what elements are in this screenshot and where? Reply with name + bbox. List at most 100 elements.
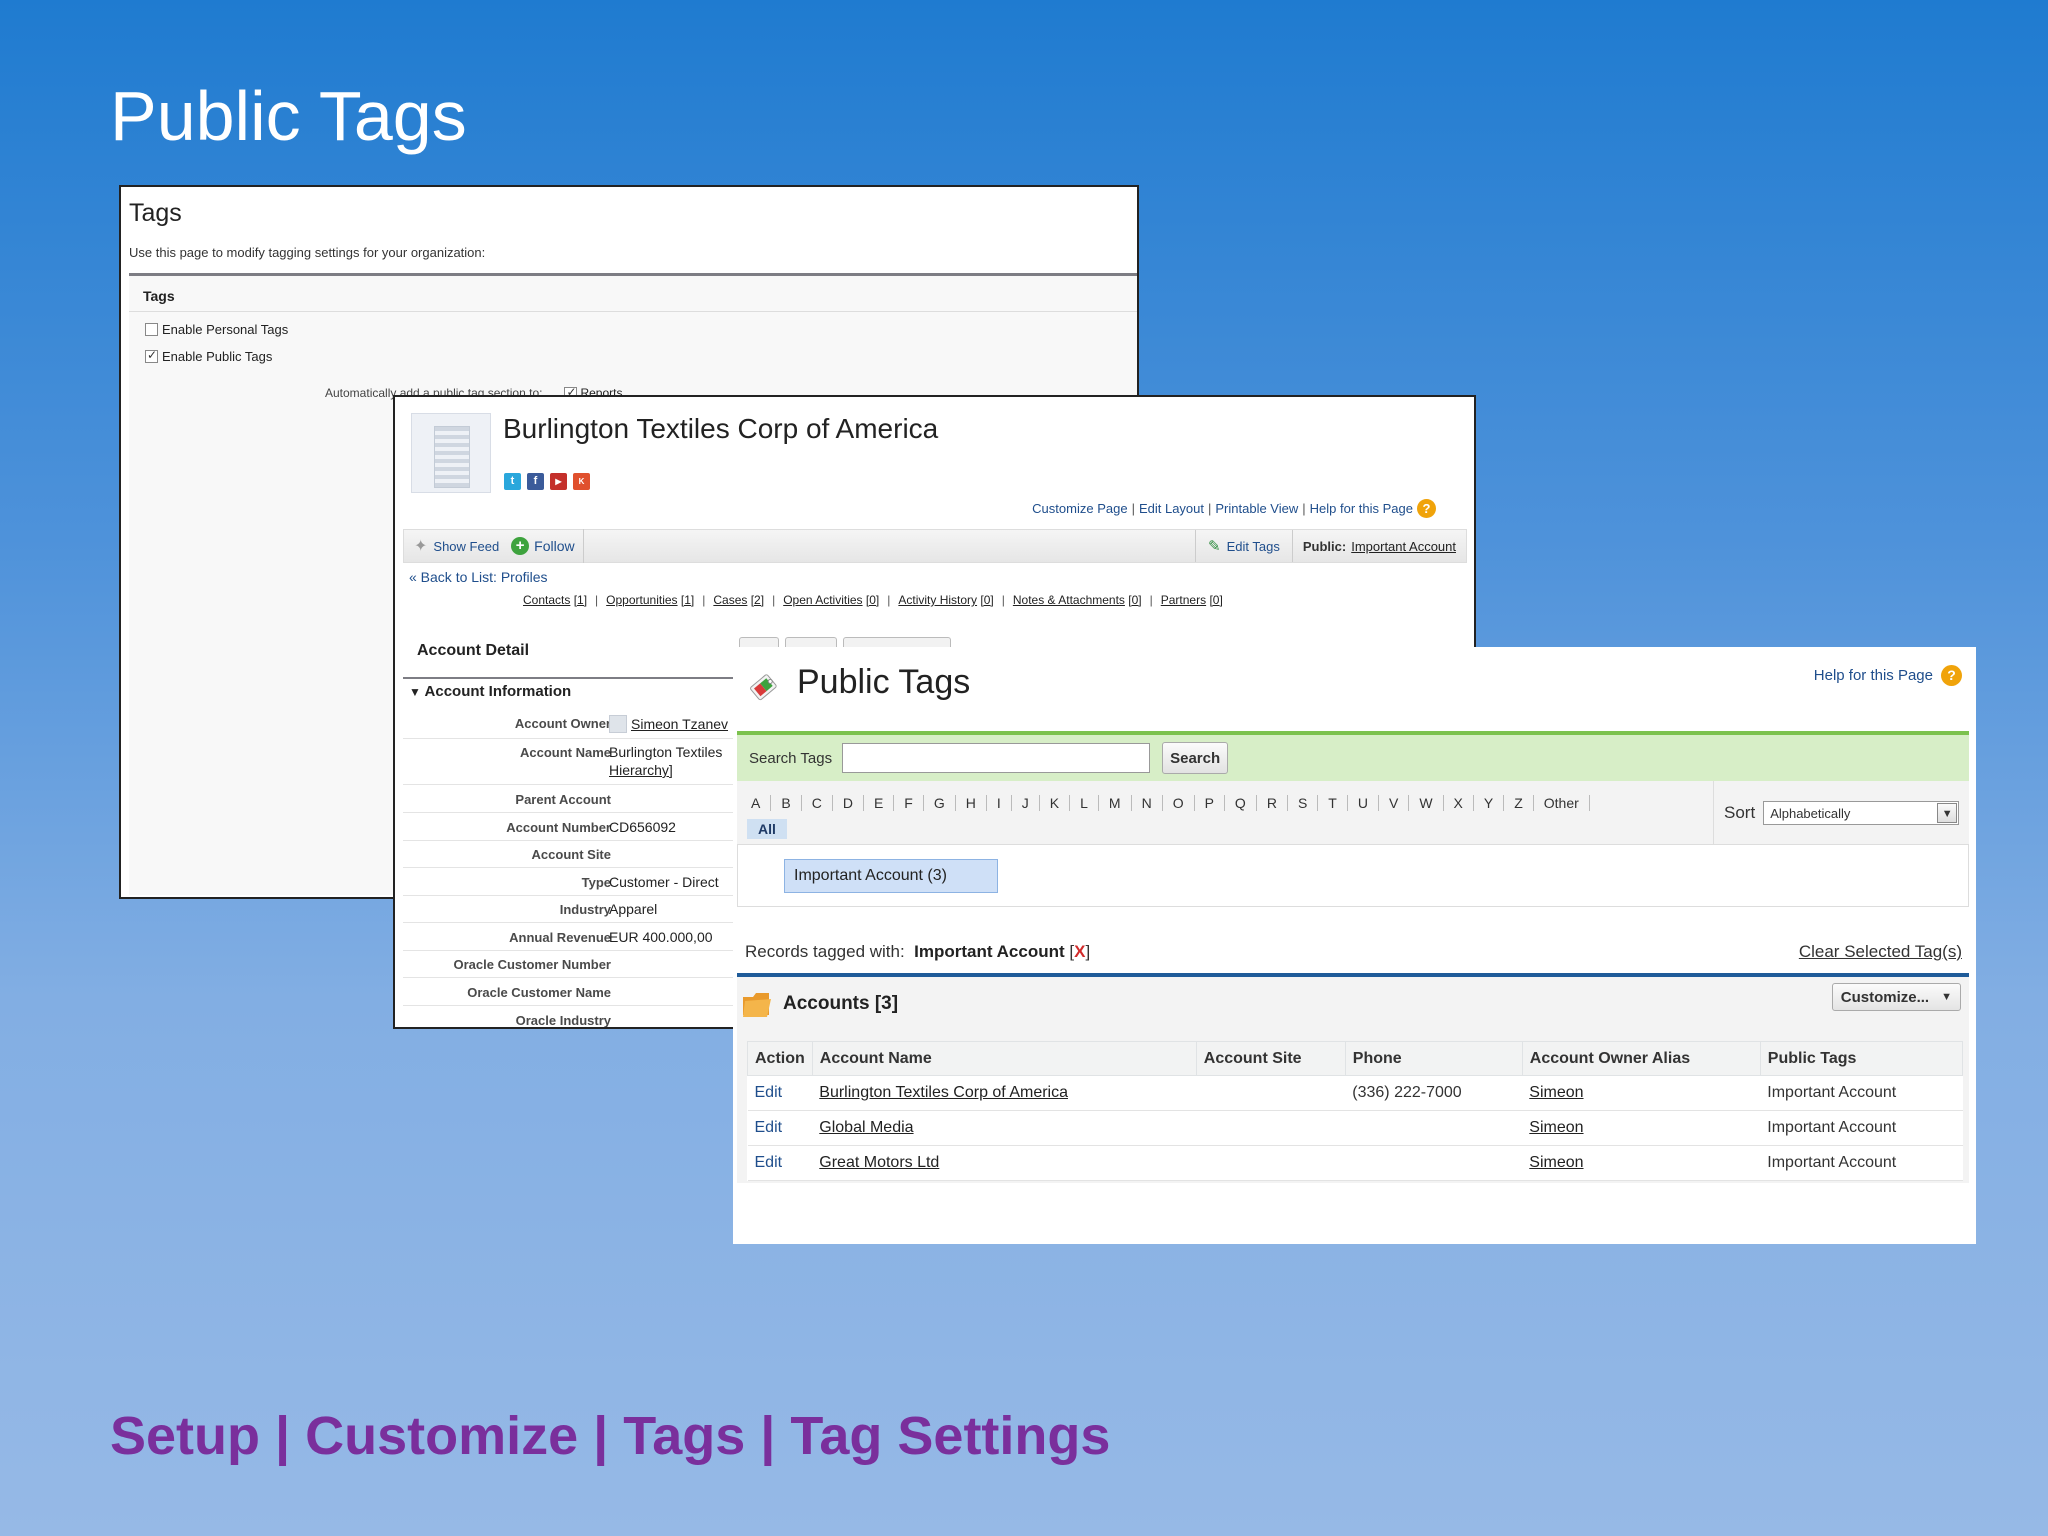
account-name-link[interactable]: Burlington Textiles Corp of America (819, 1084, 1068, 1101)
facebook-icon[interactable]: f (527, 473, 544, 490)
letter-f[interactable]: F (894, 795, 924, 811)
letter-i[interactable]: I (987, 795, 1012, 811)
edit-tags-button[interactable]: ✎ Edit Tags (1195, 530, 1292, 562)
related-link-contacts[interactable]: Contacts [1] (523, 593, 587, 607)
tag-settings-section-title: Tags (129, 276, 1137, 312)
tag-chip-important-account[interactable]: Important Account (3) (784, 859, 998, 893)
owner-alias-link[interactable]: Simeon (1529, 1119, 1583, 1136)
letter-y[interactable]: Y (1474, 795, 1505, 811)
detail-buttons (739, 637, 951, 647)
account-information-label: Account Information (424, 683, 572, 700)
account-information-heading[interactable]: ▼ Account Information (409, 683, 571, 700)
show-feed-button[interactable]: ✦ Show Feed (414, 536, 499, 556)
account-owner-link[interactable]: Simeon Tzanev (631, 716, 728, 732)
personal-tags-checkbox[interactable] (145, 323, 158, 336)
building-icon (434, 426, 470, 488)
letter-h[interactable]: H (956, 795, 987, 811)
social-network-icon[interactable]: K (573, 473, 590, 490)
help-link-area: Help for this Page ? (1814, 665, 1962, 686)
letter-m[interactable]: M (1099, 795, 1132, 811)
view-hierarchy-link[interactable]: Hierarchy] (609, 762, 673, 778)
edit-link[interactable]: Edit (747, 1075, 813, 1111)
alphabet-filter-bar: A B C D E F G H I J K L M N O P Q R S T … (737, 781, 1969, 845)
edit-link[interactable]: Edit (747, 1145, 813, 1181)
help-icon[interactable]: ? (1941, 665, 1962, 686)
customize-page-link[interactable]: Customize Page (1032, 501, 1127, 516)
clear-selected-tags-link[interactable]: Clear Selected Tag(s) (1799, 942, 1962, 962)
column-header-phone[interactable]: Phone (1344, 1041, 1523, 1076)
related-link-open-activities[interactable]: Open Activities [0] (783, 593, 879, 607)
related-link-partners[interactable]: Partners [0] (1161, 593, 1223, 607)
follow-button[interactable]: + Follow (511, 537, 575, 555)
column-header-owner-alias[interactable]: Account Owner Alias (1521, 1041, 1761, 1076)
letter-x[interactable]: X (1444, 795, 1474, 811)
owner-alias-link[interactable]: Simeon (1529, 1084, 1583, 1101)
letter-d[interactable]: D (833, 795, 864, 811)
letter-b[interactable]: B (771, 795, 802, 811)
field-oracle-industry: Oracle Industry (515, 1013, 611, 1028)
public-tags-cell: Important Account (1760, 1145, 1963, 1181)
column-header-public-tags[interactable]: Public Tags (1759, 1041, 1964, 1076)
column-header-account-name[interactable]: Account Name (811, 1041, 1197, 1076)
letter-filters: A B C D E F G H I J K L M N O P Q R S T … (747, 795, 1590, 811)
letter-l[interactable]: L (1070, 795, 1099, 811)
letter-t[interactable]: T (1318, 795, 1348, 811)
personal-tags-label: Enable Personal Tags (162, 322, 289, 337)
letter-v[interactable]: V (1379, 795, 1410, 811)
letter-u[interactable]: U (1348, 795, 1379, 811)
letter-c[interactable]: C (802, 795, 833, 811)
column-header-account-site[interactable]: Account Site (1195, 1041, 1346, 1076)
feed-icon: ✦ (414, 538, 428, 555)
printable-view-link[interactable]: Printable View (1215, 501, 1298, 516)
twitter-icon[interactable]: t (504, 473, 521, 490)
letter-p[interactable]: P (1195, 795, 1225, 811)
related-link-activity-history[interactable]: Activity History [0] (898, 593, 993, 607)
account-name-link[interactable]: Great Motors Ltd (819, 1154, 939, 1171)
accounts-list-header: Accounts [3] Customize... ▼ (737, 977, 1969, 1037)
search-button[interactable]: Search (1162, 742, 1229, 774)
edit-link[interactable]: Edit (747, 1110, 813, 1146)
related-link-opportunities[interactable]: Opportunities [1] (606, 593, 694, 607)
edit-tags-label: Edit Tags (1226, 538, 1280, 554)
letter-j[interactable]: J (1012, 795, 1040, 811)
letter-z[interactable]: Z (1504, 795, 1534, 811)
letter-other[interactable]: Other (1534, 795, 1590, 811)
letter-all[interactable]: All (747, 819, 787, 839)
search-tags-input[interactable] (842, 743, 1151, 773)
letter-n[interactable]: N (1132, 795, 1163, 811)
owner-alias-link[interactable]: Simeon (1529, 1154, 1583, 1171)
edit-layout-link[interactable]: Edit Layout (1139, 501, 1204, 516)
edit-button[interactable] (739, 637, 779, 647)
letter-a[interactable]: A (747, 795, 772, 811)
help-icon[interactable]: ? (1417, 499, 1436, 518)
letter-r[interactable]: R (1257, 795, 1288, 811)
include-offline-button[interactable] (843, 637, 951, 647)
delete-button[interactable] (785, 637, 837, 647)
related-link-notes[interactable]: Notes & Attachments [0] (1013, 593, 1142, 607)
letter-k[interactable]: K (1040, 795, 1071, 811)
letter-s[interactable]: S (1288, 795, 1319, 811)
sort-select[interactable]: Alphabetically ▼ (1763, 801, 1960, 825)
youtube-icon[interactable]: ▶ (550, 473, 567, 490)
letter-q[interactable]: Q (1225, 795, 1257, 811)
letter-o[interactable]: O (1163, 795, 1195, 811)
records-tagged-label: Records tagged with: (745, 942, 905, 961)
letter-e[interactable]: E (864, 795, 895, 811)
field-account-name: Account Name Burlington Textiles Hierarc… (403, 739, 763, 785)
table-header-row: Action Account Name Account Site Phone A… (747, 1041, 1964, 1076)
letter-w[interactable]: W (1409, 795, 1444, 811)
account-title: Burlington Textiles Corp of America (503, 413, 939, 444)
accounts-list-title: Accounts [3] (783, 993, 899, 1014)
account-name-link[interactable]: Global Media (819, 1119, 913, 1136)
help-link[interactable]: Help for this Page (1310, 501, 1413, 516)
help-for-page-link[interactable]: Help for this Page (1814, 667, 1933, 684)
setup-path-footer: Setup | Customize | Tags | Tag Settings (110, 1406, 1111, 1466)
letter-g[interactable]: G (924, 795, 956, 811)
public-tags-cell: Important Account (1760, 1075, 1963, 1111)
back-to-list-link[interactable]: « Back to List: Profiles (409, 569, 548, 585)
public-tags-checkbox[interactable] (145, 348, 158, 363)
related-link-cases[interactable]: Cases [2] (713, 593, 764, 607)
public-tag-link[interactable]: Important Account (1351, 539, 1456, 554)
customize-button[interactable]: Customize... ▼ (1831, 983, 1961, 1011)
remove-tag-icon[interactable]: X (1074, 942, 1085, 961)
